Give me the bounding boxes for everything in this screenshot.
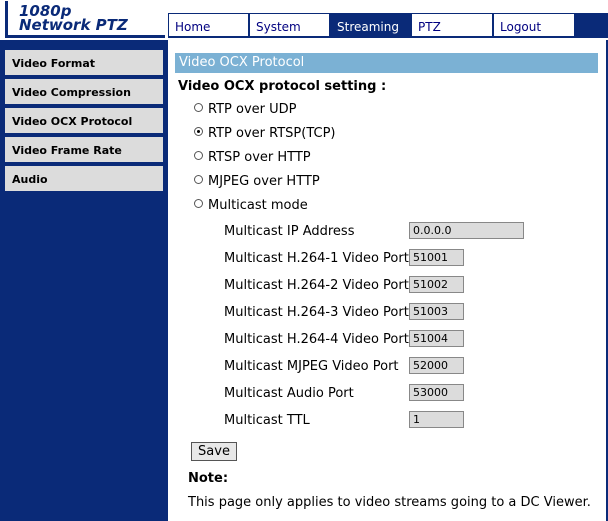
main-panel: Video OCX Protocol Video OCX protocol se…: [168, 40, 608, 521]
radio-button[interactable]: [194, 151, 203, 160]
note-text: This page only applies to video streams …: [188, 495, 591, 510]
tab-home[interactable]: Home: [168, 13, 249, 37]
multicast-ip-input[interactable]: [409, 222, 524, 239]
h264-2-port-input[interactable]: [409, 276, 464, 293]
sidebar-item-video-ocx-protocol[interactable]: Video OCX Protocol: [5, 108, 163, 133]
sidebar-item-video-format[interactable]: Video Format: [5, 50, 163, 75]
logo-corner: [5, 1, 8, 37]
sidebar-item-audio[interactable]: Audio: [5, 166, 163, 191]
field-label: Multicast TTL: [224, 413, 310, 428]
section-title-bar: Video OCX Protocol: [175, 53, 598, 73]
tab-system[interactable]: System: [249, 13, 330, 37]
audio-port-input[interactable]: [409, 384, 464, 401]
field-label: Multicast IP Address: [224, 224, 355, 239]
note-title: Note:: [188, 471, 229, 486]
h264-3-port-input[interactable]: [409, 303, 464, 320]
radio-button-checked[interactable]: [194, 127, 203, 136]
setting-label: Video OCX protocol setting :: [178, 79, 387, 94]
radio-button[interactable]: [194, 103, 203, 112]
tab-ptz[interactable]: PTZ: [411, 13, 493, 37]
option-label: RTP over RTSP(TCP): [208, 126, 336, 141]
save-button[interactable]: Save: [191, 442, 237, 461]
field-label: Multicast H.264-2 Video Port: [224, 278, 409, 293]
option-label: RTP over UDP: [208, 102, 297, 117]
mjpeg-port-input[interactable]: [409, 357, 464, 374]
section-title: Video OCX Protocol: [179, 55, 305, 70]
h264-1-port-input[interactable]: [409, 249, 464, 266]
field-label: Multicast MJPEG Video Port: [224, 359, 399, 374]
sidebar-item-video-frame-rate[interactable]: Video Frame Rate: [5, 137, 163, 162]
h264-4-port-input[interactable]: [409, 330, 464, 347]
option-label: MJPEG over HTTP: [208, 174, 320, 189]
sidebar: Video Format Video Compression Video OCX…: [0, 40, 168, 521]
ttl-input[interactable]: [409, 411, 464, 428]
sidebar-item-video-compression[interactable]: Video Compression: [5, 79, 163, 104]
logo-line2: Network PTZ: [19, 16, 128, 34]
field-label: Multicast H.264-4 Video Port: [224, 332, 409, 347]
tab-streaming[interactable]: Streaming: [330, 13, 411, 37]
tab-logout[interactable]: Logout: [493, 13, 575, 37]
option-label: Multicast mode: [208, 198, 308, 213]
logo: 1080p Network PTZ: [5, 1, 167, 38]
option-label: RTSP over HTTP: [208, 150, 311, 165]
field-label: Multicast H.264-1 Video Port: [224, 251, 409, 266]
radio-button[interactable]: [194, 199, 203, 208]
field-label: Multicast H.264-3 Video Port: [224, 305, 409, 320]
radio-button[interactable]: [194, 175, 203, 184]
logo-underline: [5, 35, 165, 38]
field-label: Multicast Audio Port: [224, 386, 354, 401]
